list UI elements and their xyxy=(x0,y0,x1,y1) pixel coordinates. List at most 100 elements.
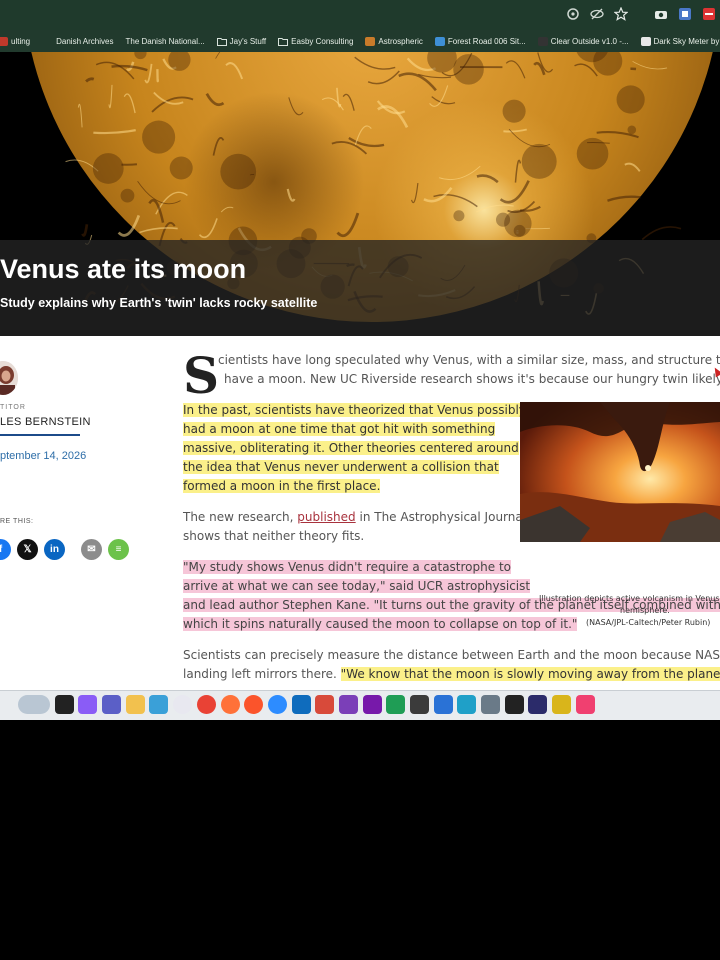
paragraph-5-highlight: "We know that the moon is slowly moving … xyxy=(340,667,720,681)
onenote-alt-icon[interactable] xyxy=(338,695,358,714)
share-facebook-button[interactable]: f xyxy=(0,539,11,560)
bookmark-label: ulting xyxy=(11,36,31,46)
quote-line-1: "My study shows Venus didn't require a c… xyxy=(183,560,511,574)
avatar[interactable] xyxy=(0,361,18,395)
star-icon[interactable] xyxy=(613,6,629,21)
folder-icon xyxy=(216,37,227,46)
extension-red-icon[interactable] xyxy=(702,7,716,21)
bookmark-item[interactable]: Jay's Stuff xyxy=(216,37,266,46)
stellarium-icon[interactable] xyxy=(481,695,501,714)
photo-app-icon[interactable] xyxy=(315,695,335,714)
surface-spot xyxy=(453,54,484,85)
bookmark-item[interactable]: Easby Consulting xyxy=(278,37,353,46)
terminal-icon[interactable] xyxy=(54,695,74,714)
surface-ridge xyxy=(433,194,478,208)
teams-icon[interactable] xyxy=(102,695,122,714)
surface-ridge xyxy=(423,187,453,203)
figure-caption-line-1: Illustration depicts active volcanism in… xyxy=(539,594,720,603)
photos-icon[interactable] xyxy=(149,695,169,714)
camera-icon[interactable] xyxy=(654,7,668,21)
surface-ridge xyxy=(632,60,668,70)
paragraph-1-line-2: have a moon. New UC Riverside research s… xyxy=(224,372,720,386)
surface-spot xyxy=(513,224,526,237)
surface-ridge xyxy=(537,52,554,73)
paragraph-3-line-2: shows that neither theory fits. xyxy=(183,529,365,543)
bookmark-label: Dark Sky Meter by xyxy=(653,36,720,46)
qr-app-icon[interactable] xyxy=(504,695,524,714)
share-x-button[interactable]: 𝕏 xyxy=(17,539,38,560)
share-buttons: f 𝕏in ✉ ≡ xyxy=(0,539,129,560)
surface-spot xyxy=(134,52,147,60)
surface-ridge xyxy=(108,84,113,109)
edge-icon[interactable] xyxy=(457,695,477,714)
bookmarks-bar: ulting Danish Archives The Danish National… xyxy=(0,30,720,52)
publish-date: ptember 14, 2026 xyxy=(0,450,87,462)
brave-icon[interactable] xyxy=(244,695,264,714)
surface-ridge xyxy=(377,105,409,129)
bookmark-item[interactable]: Dark Sky Meter by xyxy=(640,36,720,46)
weather-icon[interactable] xyxy=(18,695,50,714)
surface-ridge xyxy=(81,224,89,237)
bookmark-item[interactable]: Forest Road 006 Sit... xyxy=(434,36,526,46)
volcanism-illustration[interactable] xyxy=(520,402,720,542)
share-email-button[interactable]: ✉ xyxy=(81,539,102,560)
surface-ridge xyxy=(476,174,499,184)
surface-ridge xyxy=(205,93,225,107)
article-page: Venus ate its moon Study explains why Ea… xyxy=(0,52,720,690)
media-icon[interactable] xyxy=(528,695,548,714)
extension-icon[interactable] xyxy=(678,7,692,21)
quote-line-4: which it spins naturally caused the moon… xyxy=(183,617,578,631)
favicon-icon xyxy=(365,36,376,46)
published-link[interactable]: published xyxy=(297,510,355,524)
article-body: S cientists have long speculated why Ven… xyxy=(183,336,720,690)
taskbar-icons xyxy=(0,695,600,714)
author-name[interactable]: LES BERNSTEIN xyxy=(0,416,91,428)
bookmark-item[interactable]: The Danish National... xyxy=(125,37,204,46)
surface-spot xyxy=(627,125,637,135)
eye-off-icon[interactable] xyxy=(590,7,604,21)
browser-address-bar-area xyxy=(0,0,720,30)
surface-ridge xyxy=(503,128,527,133)
surface-spot xyxy=(502,99,526,123)
share-linkedin-button[interactable]: in xyxy=(44,539,65,560)
paragraph-3-text-end: in The Astrophysical Journal, xyxy=(355,510,530,524)
music-icon[interactable] xyxy=(575,695,595,714)
onenote-icon[interactable] xyxy=(362,695,382,714)
bookmark-item[interactable]: ulting xyxy=(0,36,31,46)
surface-ridge xyxy=(398,72,437,92)
figure-credit: (NASA/JPL-Caltech/Peter Rubin) xyxy=(586,618,711,627)
surface-ridge xyxy=(198,218,218,239)
article-sidebar: TITOR LES BERNSTEIN ptember 14, 2026 RE … xyxy=(0,336,170,690)
firefox-icon[interactable] xyxy=(220,695,240,714)
excel-icon[interactable] xyxy=(386,695,406,714)
article-title: Venus ate its moon xyxy=(0,254,247,284)
bookmark-item[interactable]: Clear Outside v1.0 -... xyxy=(537,36,629,46)
paragraph-5-line-1: Scientists can precisely measure the dis… xyxy=(183,648,720,662)
app-dark-icon[interactable] xyxy=(410,695,429,714)
surface-spot xyxy=(142,120,176,154)
bookmark-item[interactable]: Astrospheric xyxy=(365,36,423,46)
share-print-button[interactable]: ≡ xyxy=(108,539,129,560)
share-label: RE THIS: xyxy=(0,518,34,525)
surface-ridge xyxy=(410,182,419,204)
folder-icon xyxy=(278,37,289,46)
surface-ridge xyxy=(225,62,244,80)
itunes-icon[interactable] xyxy=(173,695,193,714)
zoom-icon[interactable] xyxy=(267,695,287,714)
surface-ridge xyxy=(151,96,194,113)
surface-ridge xyxy=(85,77,95,83)
pen-icon[interactable] xyxy=(552,695,572,714)
bookmark-label: Clear Outside v1.0 -... xyxy=(550,36,629,46)
view-icon[interactable] xyxy=(566,7,580,21)
copilot-icon[interactable] xyxy=(78,695,98,714)
bookmark-item[interactable]: Danish Archives xyxy=(56,37,113,46)
surface-spot xyxy=(521,143,557,179)
file-explorer-icon[interactable] xyxy=(125,695,145,714)
surface-ridge xyxy=(148,198,165,223)
info-icon[interactable] xyxy=(433,695,453,714)
outlook-icon[interactable] xyxy=(291,695,311,714)
chrome-icon[interactable] xyxy=(196,695,216,714)
surface-ridge xyxy=(336,87,342,108)
paragraph-2-line-2: had a moon at one time that got hit with… xyxy=(183,422,496,436)
paragraph-5-line-2: landing left mirrors there. xyxy=(183,667,341,681)
